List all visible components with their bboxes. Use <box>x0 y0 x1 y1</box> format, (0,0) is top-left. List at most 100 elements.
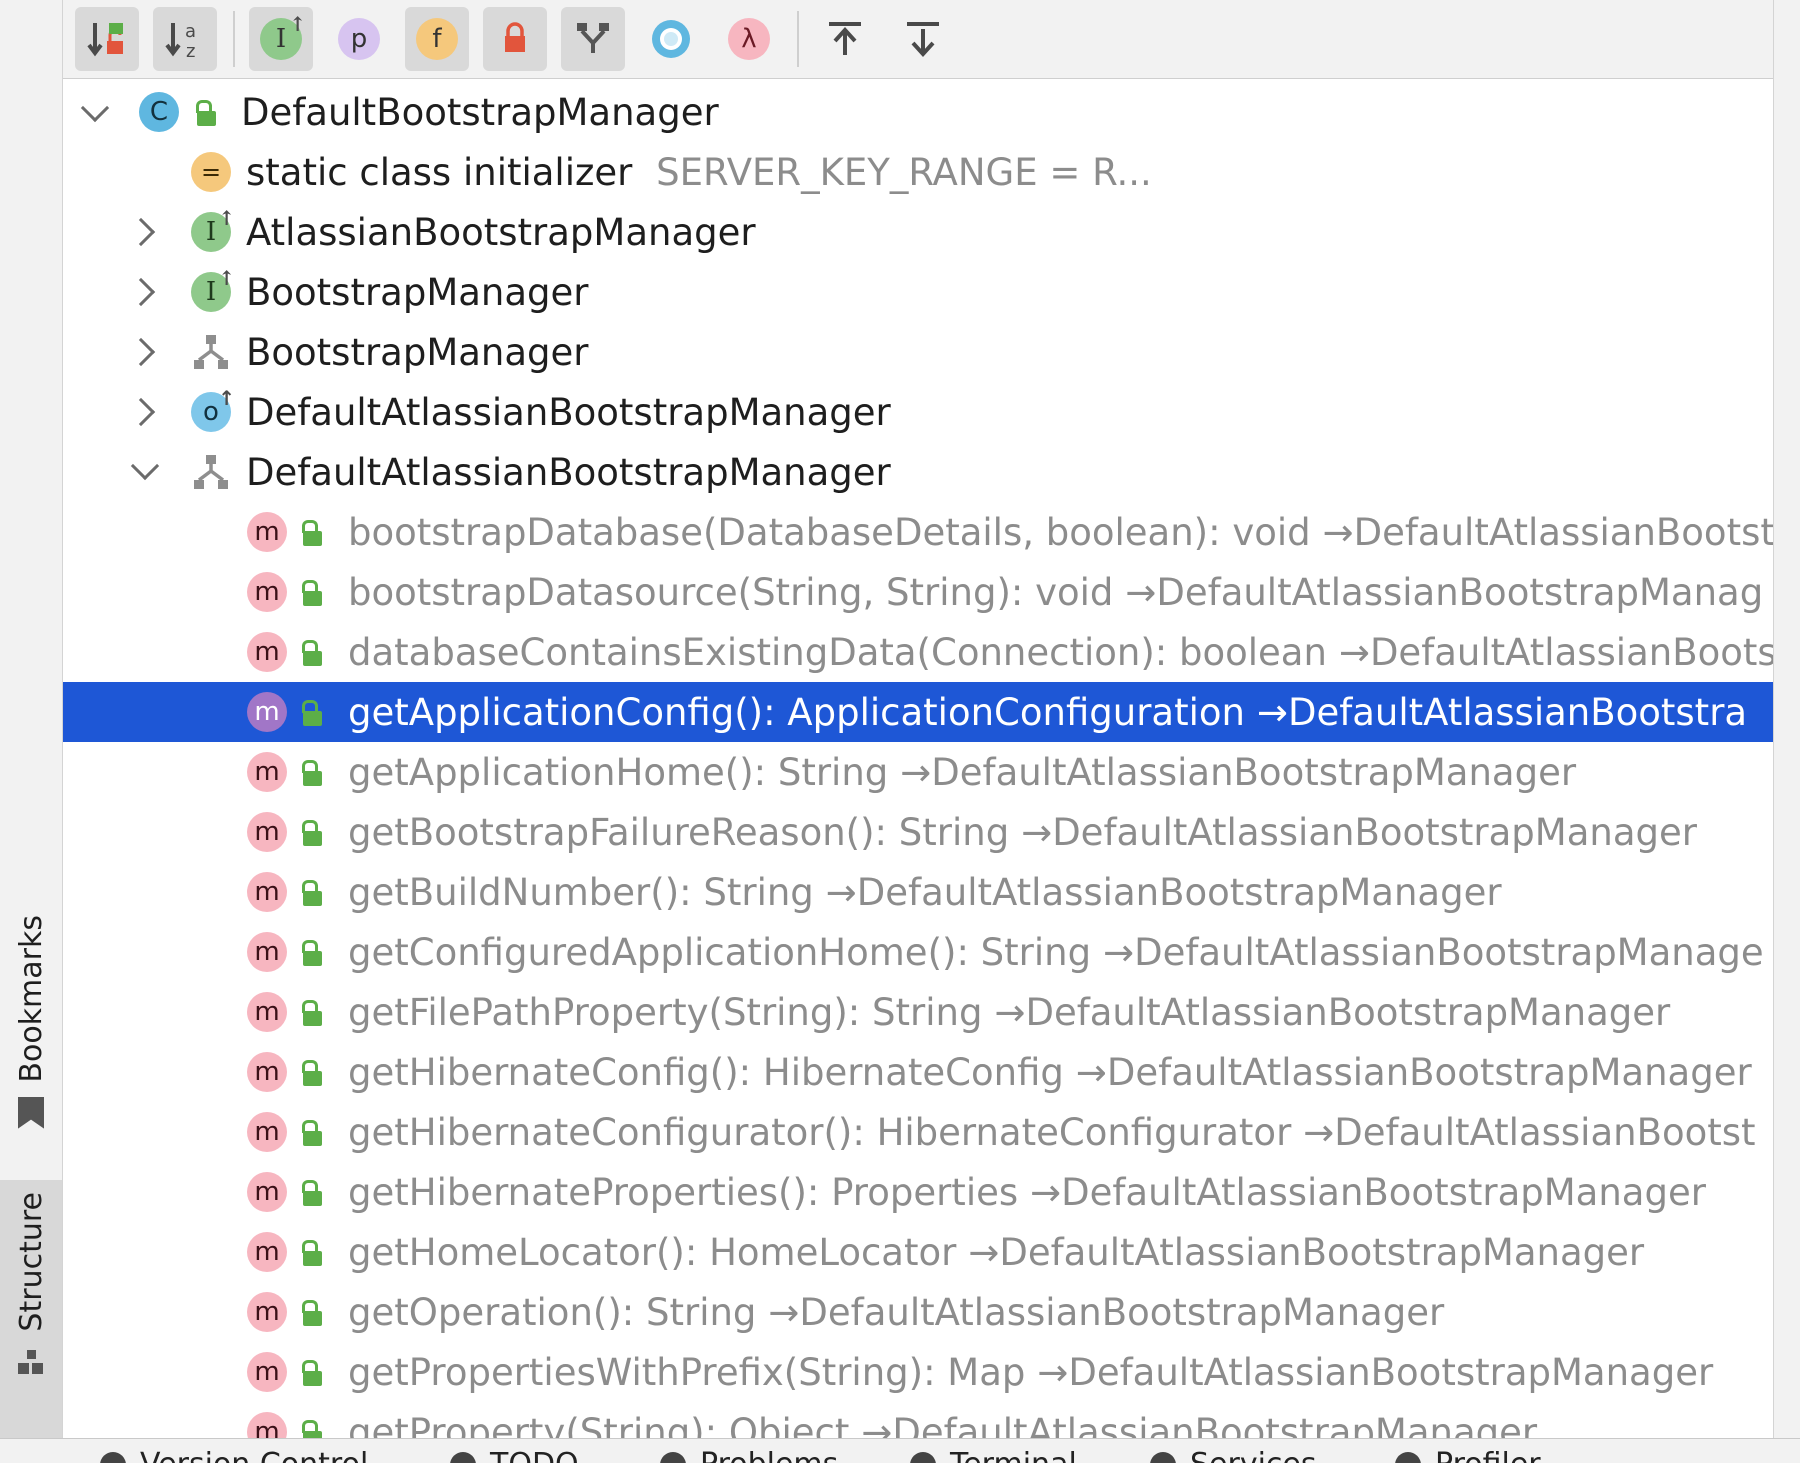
method-row[interactable]: mgetOperation(): String→DefaultAtlassian… <box>63 1282 1774 1342</box>
expand-all-button[interactable] <box>813 7 877 71</box>
sort-by-visibility-icon <box>85 17 129 61</box>
chevron-down-icon[interactable] <box>81 94 109 122</box>
method-row[interactable]: m getBuildNumber(): String→DefaultAtlassi… <box>63 862 1774 922</box>
show-inherited-button[interactable]: I↑ <box>249 7 313 71</box>
interface-icon: I↑ <box>191 212 231 252</box>
method-row[interactable]: mgetConfiguredApplicationHome(): String→… <box>63 922 1774 982</box>
collapse-all-button[interactable] <box>891 7 955 71</box>
chevron-right-icon[interactable] <box>127 278 155 306</box>
method-row[interactable]: mgetProperty(String): Object→DefaultAtla… <box>63 1402 1774 1438</box>
bottom-tab-icon <box>1395 1452 1421 1463</box>
tree-row-static-initializer[interactable]: = static class initializer SERVER_KEY_RA… <box>63 142 1774 202</box>
method-origin: →DefaultAtlassianBootstrapManager <box>768 1291 1444 1334</box>
bottom-tab[interactable]: Problems <box>660 1447 838 1463</box>
method-origin: →DefaultAtlassianBootstrapManager <box>826 871 1502 914</box>
method-label: getHibernateProperties(): Properties→Def… <box>348 1171 1706 1214</box>
public-lock-icon <box>194 100 216 126</box>
method-signature: getApplicationConfig(): ApplicationConfi… <box>348 691 1245 734</box>
tree-row-atlassian-bootstrap-manager[interactable]: I↑ AtlassianBootstrapManager <box>63 202 1774 262</box>
bottom-tab-icon <box>660 1452 686 1463</box>
method-label: bootstrapDatabase(DatabaseDetails, boole… <box>348 511 1774 554</box>
method-row[interactable]: mgetHibernateConfig(): HibernateConfig→D… <box>63 1042 1774 1102</box>
chevron-right-icon[interactable] <box>127 338 155 366</box>
sort-by-visibility-button[interactable] <box>75 7 139 71</box>
bottom-tab-label: Profiler <box>1435 1447 1541 1463</box>
method-origin: →DefaultAtlassianBootstrapManag <box>1125 571 1763 614</box>
method-icon: m <box>247 1172 287 1212</box>
chevron-right-icon[interactable] <box>127 398 155 426</box>
method-row[interactable]: mgetHomeLocator(): HomeLocator→DefaultAt… <box>63 1222 1774 1282</box>
method-row[interactable]: mdatabaseContainsExistingData(Connection… <box>63 622 1774 682</box>
structure-icon <box>18 1350 44 1376</box>
public-lock-icon <box>300 760 322 786</box>
method-origin: →DefaultAtlassianBootstrapManager <box>1030 1171 1706 1214</box>
tree-row-bootstrap-manager-interface[interactable]: I↑ BootstrapManager <box>63 262 1774 322</box>
structure-tree: C DefaultBootstrapManager = static class… <box>63 80 1774 1438</box>
method-icon: m <box>247 692 287 732</box>
method-origin: →DefaultAtlassianBootstrapManager <box>1021 811 1697 854</box>
tree-row-bootstrap-manager-hierarchy[interactable]: BootstrapManager <box>63 322 1774 382</box>
method-signature: getHomeLocator(): HomeLocator <box>348 1231 956 1274</box>
method-signature: getHibernateConfig(): HibernateConfig <box>348 1051 1064 1094</box>
method-label: getConfiguredApplicationHome(): String→D… <box>348 931 1764 974</box>
interface-glyph: I <box>206 217 216 247</box>
show-non-public-button[interactable] <box>483 7 547 71</box>
method-row[interactable]: mgetPropertiesWithPrefix(String): Map→De… <box>63 1342 1774 1402</box>
bottom-tab-label: Version Control <box>140 1447 368 1463</box>
show-properties-button[interactable]: p <box>327 7 391 71</box>
chevron-right-icon[interactable] <box>127 218 155 246</box>
public-lock-icon <box>300 520 322 546</box>
method-row[interactable]: m bootstrapDatabase(DatabaseDetails, bool… <box>63 502 1774 562</box>
method-signature: getPropertiesWithPrefix(String): Map <box>348 1351 1025 1394</box>
bookmark-icon <box>18 1097 44 1129</box>
method-label: databaseContainsExistingData(Connection)… <box>348 631 1774 674</box>
tree-item-label: DefaultAtlassianBootstrapManager <box>246 451 891 494</box>
tree-item-label: BootstrapManager <box>246 331 589 374</box>
hierarchy-icon <box>193 334 229 370</box>
method-origin: →DefaultAtlassianBootstrapManager <box>861 1411 1537 1439</box>
method-row[interactable]: m getHibernateProperties(): Properties→De… <box>63 1162 1774 1222</box>
method-row[interactable]: mgetBootstrapFailureReason(): String→Def… <box>63 802 1774 862</box>
group-by-hierarchy-button[interactable] <box>561 7 625 71</box>
bottom-tab-label: Services <box>1190 1447 1317 1463</box>
method-icon: m <box>247 572 287 612</box>
sort-alphabetically-icon: a z <box>163 17 207 61</box>
tree-root-row[interactable]: C DefaultBootstrapManager <box>63 82 1774 142</box>
show-anonymous-classes-button[interactable] <box>639 7 703 71</box>
sort-alphabetically-button[interactable]: a z <box>153 7 217 71</box>
bottom-tab[interactable]: Version Control <box>100 1447 368 1463</box>
public-lock-icon <box>300 940 322 966</box>
bookmarks-tab[interactable]: Bookmarks <box>0 915 62 1145</box>
public-lock-icon <box>300 1240 322 1266</box>
method-row[interactable]: mbootstrapDatasource(String, String): vo… <box>63 562 1774 622</box>
bottom-tab[interactable]: Services <box>1150 1447 1317 1463</box>
method-row[interactable]: mgetHibernateConfigurator(): HibernateCo… <box>63 1102 1774 1162</box>
method-label: getBuildNumber(): String→DefaultAtlassia… <box>348 871 1502 914</box>
expand-all-icon <box>825 19 865 59</box>
bottom-tab[interactable]: TODO <box>450 1447 579 1463</box>
bottom-tab[interactable]: Terminal <box>910 1447 1077 1463</box>
method-icon: m <box>247 512 287 552</box>
method-icon: m <box>247 992 287 1032</box>
method-row[interactable]: mgetFilePathProperty(String): String→Def… <box>63 982 1774 1042</box>
method-icon: m <box>247 752 287 792</box>
bottom-tab-label: Terminal <box>950 1447 1077 1463</box>
tree-row-default-atlassian-bootstrap-manager-class[interactable]: o↑ DefaultAtlassianBootstrapManager <box>63 382 1774 442</box>
method-label: getHomeLocator(): HomeLocator→DefaultAtl… <box>348 1231 1644 1274</box>
bottom-tab[interactable]: Profiler <box>1395 1447 1541 1463</box>
chevron-down-icon[interactable] <box>131 452 159 480</box>
method-row[interactable]: m getApplicationConfig(): ApplicationConf… <box>63 682 1774 742</box>
method-icon: m <box>247 872 287 912</box>
public-lock-icon <box>300 880 322 906</box>
show-lambdas-button[interactable]: λ <box>717 7 781 71</box>
structure-tab[interactable]: Structure <box>0 1180 62 1438</box>
show-fields-button[interactable]: f <box>405 7 469 71</box>
method-signature: getHibernateConfigurator(): HibernateCon… <box>348 1111 1291 1154</box>
method-row[interactable]: mgetApplicationHome(): String→DefaultAtl… <box>63 742 1774 802</box>
public-lock-icon <box>300 1420 322 1438</box>
hierarchy-icon <box>193 454 229 490</box>
static-initializer-icon: = <box>191 152 231 192</box>
tree-row-default-atlassian-bootstrap-manager-hierarchy[interactable]: DefaultAtlassianBootstrapManager <box>63 442 1774 502</box>
structure-toolbar: a z I↑ p f λ <box>63 0 1774 79</box>
static-initializer-name: static class initializer <box>246 151 632 194</box>
